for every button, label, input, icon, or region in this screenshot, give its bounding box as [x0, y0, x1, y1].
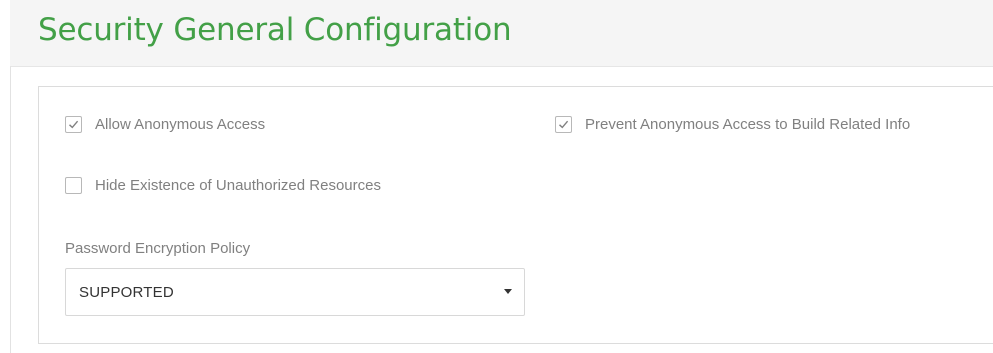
allow-anonymous-access-label: Allow Anonymous Access — [95, 116, 266, 133]
check-icon — [69, 120, 79, 129]
hide-unauthorized-resources-checkbox[interactable] — [65, 177, 82, 194]
hide-unauthorized-resources-option[interactable]: Hide Existence of Unauthorized Resources — [65, 177, 381, 194]
prevent-anonymous-build-info-checkbox[interactable] — [555, 116, 572, 133]
password-encryption-policy-select[interactable]: SUPPORTED — [65, 268, 525, 316]
prevent-anonymous-build-info-label: Prevent Anonymous Access to Build Relate… — [585, 116, 911, 133]
caret-down-icon — [504, 289, 512, 294]
hide-unauthorized-resources-label: Hide Existence of Unauthorized Resources — [95, 177, 381, 194]
allow-anonymous-access-option[interactable]: Allow Anonymous Access — [65, 116, 265, 133]
password-encryption-policy-label: Password Encryption Policy — [65, 240, 251, 257]
check-icon — [559, 120, 569, 129]
allow-anonymous-access-checkbox[interactable] — [65, 116, 82, 133]
page-title: Security General Configuration — [38, 12, 512, 48]
prevent-anonymous-build-info-option[interactable]: Prevent Anonymous Access to Build Relate… — [555, 116, 910, 133]
password-encryption-policy-value: SUPPORTED — [79, 284, 174, 301]
